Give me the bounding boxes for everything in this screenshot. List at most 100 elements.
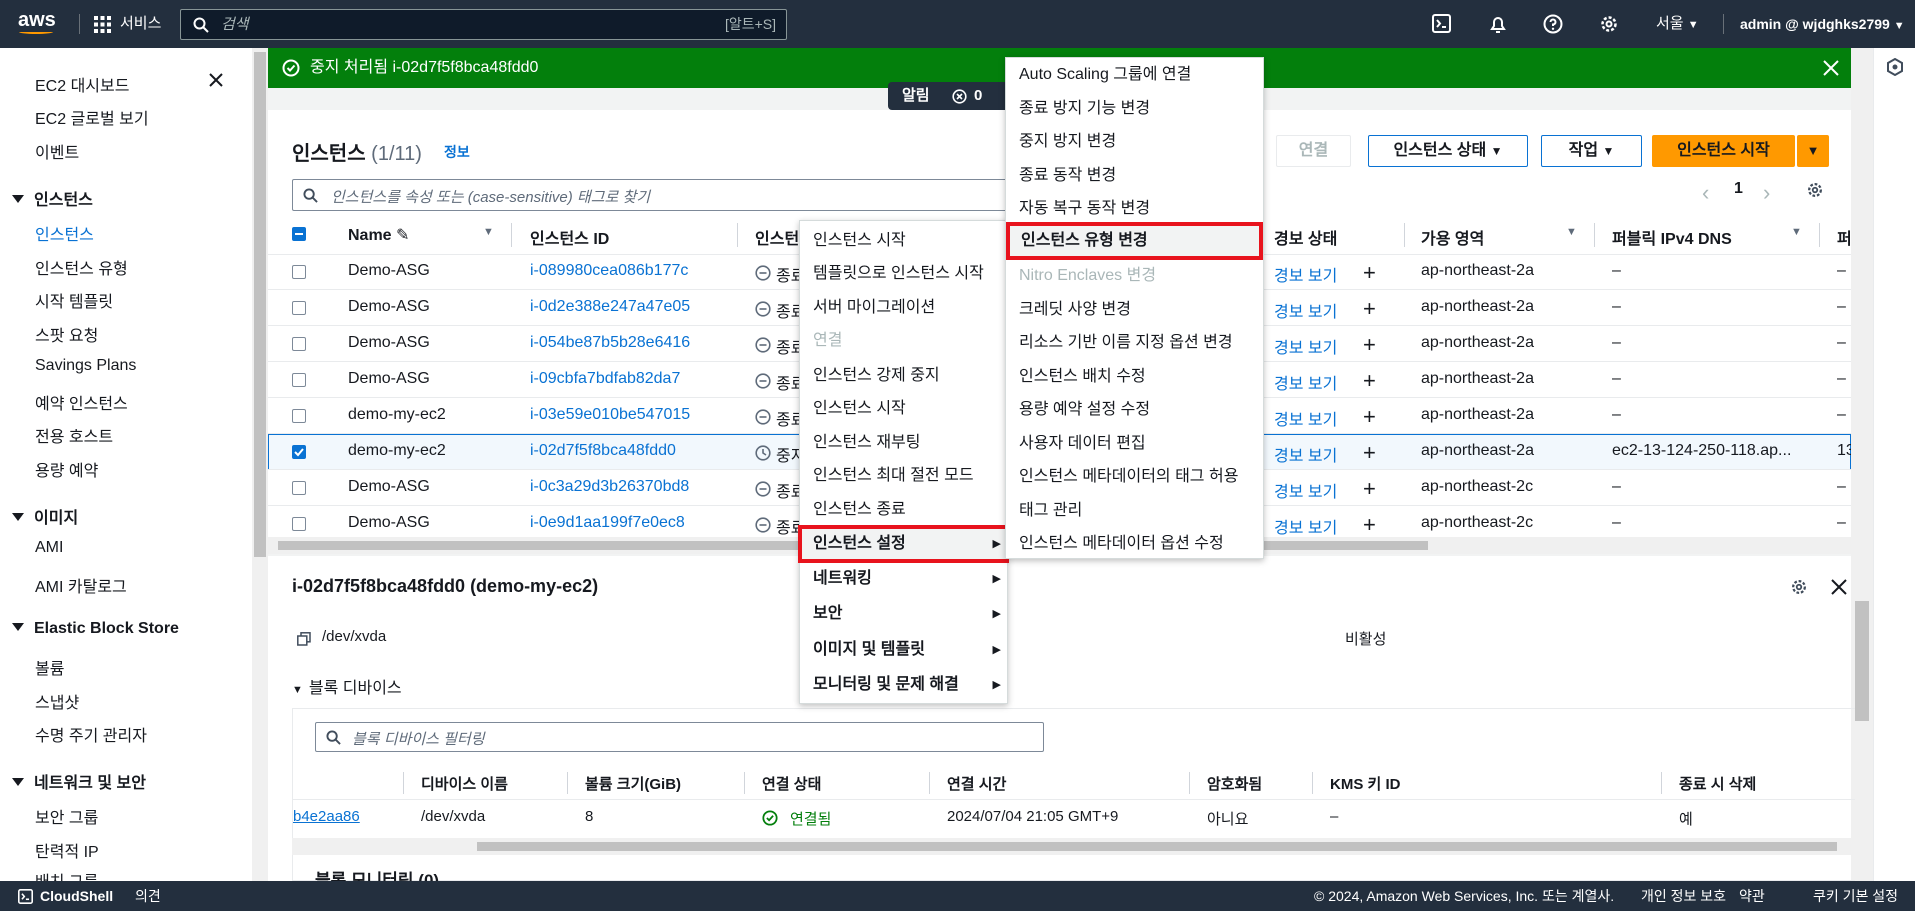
- sidebar-item-capacity[interactable]: 용량 예약: [35, 457, 98, 481]
- sidebar-item-snapshots[interactable]: 스냅샷: [35, 689, 79, 713]
- gear-icon[interactable]: [1806, 181, 1824, 199]
- menu-item-metadata-tags[interactable]: 인스턴스 메타데이터의 태그 허용: [1006, 460, 1263, 494]
- info-panel-icon[interactable]: [1886, 58, 1904, 76]
- privacy-link[interactable]: 개인 정보 보호: [1641, 881, 1726, 911]
- aws-logo[interactable]: aws: [18, 0, 56, 48]
- menu-item-security[interactable]: 보안 ▶: [800, 597, 1007, 631]
- sidebar-scroll-thumb[interactable]: [254, 52, 266, 557]
- sidebar-item-elastic-ip[interactable]: 탄력적 IP: [35, 838, 99, 862]
- col-attach-status[interactable]: 연결 상태: [762, 773, 821, 794]
- sort-icon[interactable]: ▼: [1566, 226, 1577, 238]
- sort-icon[interactable]: ▼: [1791, 226, 1802, 238]
- view-alarms-link[interactable]: 경보 보기: [1274, 514, 1337, 538]
- instance-filter-input[interactable]: 인스턴스를 속성 또는 (case-sensitive) 태그로 찾기: [292, 179, 1012, 211]
- menu-item-stop-protection[interactable]: 중지 방지 변경: [1006, 125, 1263, 159]
- instance-id-link[interactable]: i-089980cea086b177c: [530, 262, 688, 280]
- add-alarm-icon[interactable]: +: [1363, 442, 1376, 464]
- close-icon[interactable]: [208, 72, 224, 88]
- col-name[interactable]: Name ✎: [348, 225, 409, 245]
- row-checkbox[interactable]: [292, 265, 306, 279]
- sort-icon[interactable]: ▼: [483, 226, 494, 238]
- sidebar-item-security-groups[interactable]: 보안 그룹: [35, 804, 98, 828]
- search-input[interactable]: 검색 [알트+S]: [180, 9, 787, 40]
- close-icon[interactable]: [1831, 579, 1847, 595]
- sidebar-group-ebs[interactable]: Elastic Block Store: [12, 620, 179, 638]
- menu-item-shutdown-behavior[interactable]: 종료 동작 변경: [1006, 159, 1263, 193]
- alarm-indicator[interactable]: 알림 0: [888, 82, 1018, 110]
- instance-state-button[interactable]: 인스턴스 상태 ▼: [1368, 135, 1528, 167]
- menu-item-images-templates[interactable]: 이미지 및 템플릿 ▶: [800, 633, 1007, 667]
- sidebar-item-reserved[interactable]: 예약 인스턴스: [35, 390, 128, 414]
- sidebar-group-images[interactable]: 이미지: [12, 504, 78, 528]
- view-alarms-link[interactable]: 경보 보기: [1274, 442, 1337, 466]
- volume-id-link[interactable]: b4e2aa86: [293, 808, 360, 825]
- cloudshell-icon[interactable]: [1432, 14, 1451, 33]
- feedback-link[interactable]: 의견: [135, 881, 161, 911]
- region-selector[interactable]: 서울 ▼: [1656, 0, 1699, 48]
- menu-item-launch-from-template[interactable]: 템플릿으로 인스턴스 시작: [800, 257, 1007, 291]
- add-alarm-icon[interactable]: +: [1363, 334, 1376, 356]
- add-alarm-icon[interactable]: +: [1363, 370, 1376, 392]
- copy-icon[interactable]: [297, 632, 311, 646]
- menu-item-start[interactable]: 인스턴스 시작: [800, 224, 1007, 258]
- col-attach-time[interactable]: 연결 시간: [947, 773, 1006, 794]
- menu-item-nitro-enclaves[interactable]: Nitro Enclaves 변경: [1006, 259, 1263, 293]
- sidebar-item-lifecycle[interactable]: 수명 주기 관리자: [35, 722, 147, 746]
- menu-item-rbn-options[interactable]: 리소스 기반 이름 지정 옵션 변경: [1006, 326, 1263, 360]
- view-alarms-link[interactable]: 경보 보기: [1274, 406, 1337, 430]
- menu-item-capacity-reservation[interactable]: 용량 예약 설정 수정: [1006, 393, 1263, 427]
- info-link[interactable]: 정보: [444, 142, 470, 162]
- instance-id-link[interactable]: i-054be87b5b28e6416: [530, 334, 690, 352]
- actions-button[interactable]: 작업 ▼: [1541, 135, 1642, 167]
- col-volume-size[interactable]: 볼륨 크기(GiB): [585, 773, 681, 794]
- instance-id-link[interactable]: i-09cbfa7bdfab82da7: [530, 370, 680, 388]
- sidebar-item-volumes[interactable]: 볼륨: [35, 655, 64, 679]
- cloudshell-icon[interactable]: [18, 889, 33, 904]
- row-checkbox[interactable]: [292, 481, 306, 495]
- menu-item-connect[interactable]: 연결: [800, 324, 1007, 358]
- services-menu[interactable]: 서비스: [120, 0, 161, 48]
- cookie-link[interactable]: 쿠키 기본 설정: [1813, 881, 1898, 911]
- main-scroll-thumb[interactable]: [1855, 601, 1869, 721]
- menu-item-start-instance[interactable]: 인스턴스 시작: [800, 392, 1007, 426]
- col-instance-id[interactable]: 인스턴스 ID: [530, 225, 609, 249]
- add-alarm-icon[interactable]: +: [1363, 514, 1376, 536]
- add-alarm-icon[interactable]: +: [1363, 406, 1376, 428]
- sidebar-group-instances[interactable]: 인스턴스: [12, 186, 93, 210]
- cloudshell-link[interactable]: CloudShell: [40, 881, 113, 911]
- sidebar-item-launch-templates[interactable]: 시작 템플릿: [35, 288, 113, 312]
- sidebar-item-instance-types[interactable]: 인스턴스 유형: [35, 255, 128, 279]
- close-icon[interactable]: [1823, 60, 1839, 76]
- menu-item-metadata-options[interactable]: 인스턴스 메타데이터 옵션 수정: [1006, 527, 1263, 561]
- col-kms-key[interactable]: KMS 키 ID: [1330, 773, 1400, 794]
- menu-item-auto-recovery[interactable]: 자동 복구 동작 변경: [1006, 192, 1263, 226]
- menu-item-force-stop[interactable]: 인스턴스 강제 중지: [800, 359, 1007, 393]
- help-icon[interactable]: [1543, 14, 1563, 34]
- terms-link[interactable]: 약관: [1739, 881, 1765, 911]
- view-alarms-link[interactable]: 경보 보기: [1274, 334, 1337, 358]
- add-alarm-icon[interactable]: +: [1363, 298, 1376, 320]
- sidebar-item-dedicated-hosts[interactable]: 전용 호스트: [35, 423, 113, 447]
- sidebar-item-ec2-dashboard[interactable]: EC2 대시보드: [35, 72, 129, 96]
- add-alarm-icon[interactable]: +: [1363, 262, 1376, 284]
- instance-id-link[interactable]: i-0d2e388e247a47e05: [530, 298, 690, 316]
- page-number[interactable]: 1: [1734, 180, 1743, 198]
- sidebar-item-ami-catalog[interactable]: AMI 카탈로그: [35, 573, 127, 597]
- menu-item-instance-settings[interactable]: 인스턴스 설정 ▶: [798, 525, 1009, 563]
- menu-item-attach-asg[interactable]: Auto Scaling 그룹에 연결: [1006, 58, 1263, 92]
- grid-icon[interactable]: [94, 16, 111, 33]
- instance-id-link[interactable]: i-0c3a29d3b26370bd8: [530, 478, 689, 496]
- gear-icon[interactable]: [1790, 578, 1808, 596]
- bell-icon[interactable]: [1488, 14, 1508, 34]
- view-alarms-link[interactable]: 경보 보기: [1274, 370, 1337, 394]
- sidebar-item-ami[interactable]: AMI: [35, 539, 63, 557]
- account-menu[interactable]: admin @ wjdghks2799 ▼: [1740, 0, 1905, 48]
- menu-item-placement[interactable]: 인스턴스 배치 수정: [1006, 360, 1263, 394]
- col-public-dns[interactable]: 퍼블릭 IPv4 DNS: [1612, 225, 1732, 249]
- menu-item-change-instance-type[interactable]: 인스턴스 유형 변경: [1006, 222, 1263, 260]
- view-alarms-link[interactable]: 경보 보기: [1274, 478, 1337, 502]
- sidebar-item-events[interactable]: 이벤트: [35, 139, 79, 163]
- col-instance-state[interactable]: 인스턴스 상태: [755, 225, 803, 249]
- menu-item-credit-spec[interactable]: 크레딧 사양 변경: [1006, 293, 1263, 327]
- row-checkbox[interactable]: [292, 301, 306, 315]
